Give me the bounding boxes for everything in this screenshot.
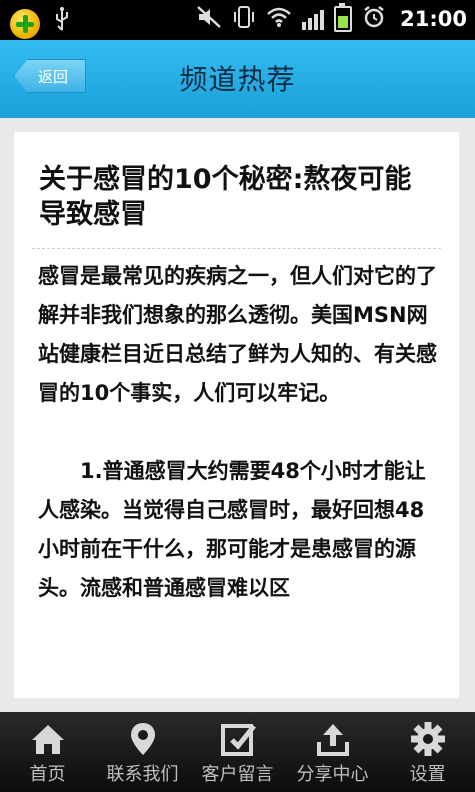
- article-body: 感冒是最常见的疾病之一，但人们对它的了解并非我们想象的那么透彻。美国MSN网站健…: [38, 257, 438, 647]
- nav-item-share[interactable]: 分享中心: [285, 712, 380, 792]
- gear-icon: [408, 720, 448, 758]
- usb-icon: [54, 6, 70, 41]
- edit-icon: [218, 720, 258, 758]
- article-title: 关于感冒的10个秘密:熬夜可能导致感冒: [39, 164, 412, 230]
- wifi-icon: [266, 6, 292, 32]
- article-paragraph: 感冒是最常见的疾病之一，但人们对它的了解并非我们想象的那么透彻。美国MSN网站健…: [38, 264, 437, 405]
- nav-label: 设置: [409, 764, 446, 785]
- article-paragraph: 1.普通感冒大约需要48个小时才能让人感染。当觉得自己感冒时，最好回想48小时前…: [38, 459, 426, 600]
- nav-item-contact[interactable]: 联系我们: [95, 712, 190, 792]
- app-notification-icon: [10, 8, 40, 39]
- nav-item-settings[interactable]: 设置: [380, 712, 475, 792]
- signal-strength-icon: [302, 8, 325, 30]
- bottom-nav: 首页 联系我们 客户留言 分享中心 设置: [0, 712, 475, 792]
- title-divider: [32, 248, 441, 249]
- nav-item-home[interactable]: 首页: [0, 712, 95, 792]
- status-bar: 21:00: [0, 0, 475, 40]
- clock-time: 21:00: [400, 7, 467, 31]
- location-pin-icon: [123, 720, 163, 758]
- share-upload-icon: [313, 720, 353, 758]
- nav-item-messages[interactable]: 客户留言: [190, 712, 285, 792]
- nav-label: 联系我们: [106, 764, 179, 785]
- title-bar: 返回 频道热荐: [0, 40, 475, 118]
- nav-label: 分享中心: [296, 764, 369, 785]
- home-icon: [28, 720, 68, 758]
- article-card: 关于感冒的10个秘密:熬夜可能导致感冒 感冒是最常见的疾病之一，但人们对它的了解…: [14, 132, 459, 698]
- battery-icon: [334, 3, 353, 32]
- alarm-icon: [362, 5, 386, 33]
- nav-label: 客户留言: [201, 764, 274, 785]
- vibrate-icon: [232, 5, 256, 33]
- nav-label: 首页: [29, 764, 66, 785]
- mute-icon: [196, 5, 222, 33]
- page-title: 频道热荐: [179, 63, 296, 96]
